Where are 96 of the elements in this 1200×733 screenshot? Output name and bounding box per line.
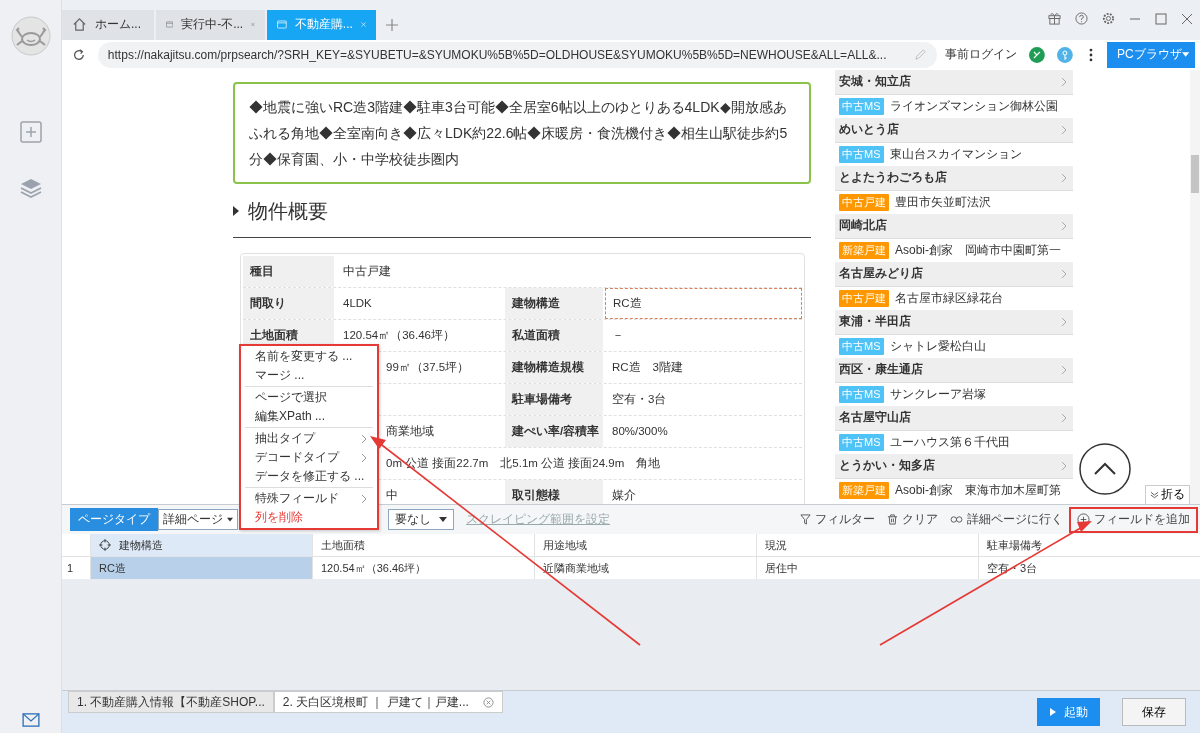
table-cell-text: 商業地域 [386, 423, 435, 439]
url-field[interactable]: https://nakajitsu.com/prpsearch/?SRH_KEY=&SYUBETU=&SYUMOKU%5B%5D=OLDHOUSE&SYUMOKU%5B%5D=NEWHOUSE&ALL=ALL&... [97, 41, 938, 68]
table-cell-text: RC造 3階建 [611, 359, 684, 375]
table-cell: 近隣商業地域 [534, 557, 756, 580]
menu-item[interactable]: マージ ... [241, 366, 377, 385]
label-cell: 建ぺい率/容積率 [505, 415, 603, 447]
page-type-label: ページタイプ [70, 508, 158, 532]
table-cell-text: 中 [386, 487, 399, 503]
table-cell: 居住中 [756, 557, 978, 580]
property-link[interactable]: 豊田市矢並町法沢 [895, 193, 991, 211]
url-text: https://nakajitsu.com/prpsearch/?SRH_KEY=&SYUBETU=&SYUMOKU%5B%5D=OLDHOUSE&SYUMOKU%5B%5D=NEWHOUSE&ALL=ALL&... [107, 47, 888, 62]
label-cell: 取引態様 [505, 479, 603, 505]
property-tag: 中古MS [839, 433, 884, 451]
column-header[interactable]: 現況 [756, 534, 978, 557]
section-heading: 物件概要 [248, 198, 328, 224]
column-header[interactable]: 土地面積 [312, 534, 534, 557]
property-tag: 中古MS [839, 385, 884, 403]
toolbar-button[interactable]: フィルター [794, 506, 881, 533]
label-cell: 私道面積 [505, 319, 603, 351]
toolbar-button[interactable]: 詳細ページに行く [944, 506, 1069, 533]
login-link[interactable]: 事前ログイン [945, 47, 1018, 63]
table-cell-text: 99㎡（37.5坪） [386, 359, 471, 375]
toolbar-button[interactable]: クリア [881, 506, 944, 533]
column-header[interactable]: 用途地域 [534, 534, 756, 557]
menu-item[interactable]: データを修正する ... [241, 467, 377, 486]
property-tag: 新築戸建 [839, 481, 889, 499]
shop-header[interactable]: 安城・知立店 [835, 69, 1073, 95]
shop-header[interactable]: とよたうわごろも店 [835, 165, 1073, 191]
browser-tab[interactable]: ホーム... [62, 9, 154, 40]
shop-header[interactable]: 岡崎北店 [835, 213, 1073, 239]
table-cell: 120.54㎡（36.46坪） [312, 557, 534, 580]
tab-label: 実行中-不... [181, 16, 244, 34]
table-cell: RC造 [605, 287, 802, 319]
menu-item[interactable]: 編集XPath ... [241, 407, 377, 426]
label-cell: 建物構造 [505, 287, 603, 319]
browser-tab[interactable]: 実行中-不... [156, 9, 265, 40]
intro-text: ◆地震に強いRC造3階建◆駐車3台可能◆全居室6帖以上のゆとりある4LDK◆開放感あふれる角地◆全室南向き◆広々LDK約22.6帖◆床暖房・食洗機付き◆相生山駅徒歩約5分◆保育園、小・中学校徒歩圏内 [249, 98, 788, 167]
task-tab[interactable]: 1. 不動産購入情報【不動産SHOP... [68, 691, 274, 714]
shop-name: 名古屋守山店 [839, 409, 911, 427]
label-cell: 種目 [243, 255, 334, 287]
shop-header[interactable]: 名古屋守山店 [835, 405, 1073, 431]
shop-name: 名古屋みどり店 [839, 265, 923, 283]
property-tag: 中古戸建 [839, 289, 889, 307]
shop-name: 東浦・半田店 [839, 313, 911, 331]
label-cell: 駐車場備考 [505, 383, 603, 415]
property-link[interactable]: Asobi-創家 東海市加木屋町第 [895, 481, 1061, 499]
table-cell-text: 80%/300% [611, 424, 669, 440]
shop-name: めいとう店 [839, 121, 899, 139]
page-type-select[interactable]: 詳細ページ [158, 509, 238, 531]
menu-item[interactable]: ページで選択 [241, 388, 377, 407]
property-link[interactable]: ユーハウス第６千代田 [889, 433, 1010, 451]
property-link[interactable]: シャトレ愛松白山 [889, 337, 986, 355]
save-button[interactable]: 保存 [1122, 698, 1186, 727]
column-header[interactable]: 駐車場備考 [978, 534, 1200, 557]
shop-name: 西区・康生通店 [839, 361, 923, 379]
property-tag: 中古MS [839, 337, 884, 355]
shop-name: 岡崎北店 [839, 217, 887, 235]
property-tag: 中古MS [839, 145, 884, 163]
shop-header[interactable]: 東浦・半田店 [835, 309, 1073, 335]
shop-header[interactable]: とうかい・知多店 [835, 453, 1073, 479]
shop-name: 安城・知立店 [839, 73, 911, 91]
property-link[interactable]: 東山台スカイマンション [889, 145, 1022, 163]
row-number: 1 [66, 561, 75, 577]
shop-header[interactable]: めいとう店 [835, 117, 1073, 143]
shop-name: とうかい・知多店 [839, 457, 935, 475]
menu-item[interactable]: デコードタイプ [241, 448, 377, 467]
table-cell-text: 空有・3台 [611, 391, 668, 407]
table-cell-text: 媒介 [611, 487, 637, 503]
menu-item[interactable]: 抽出タイプ [241, 429, 377, 448]
shop-header[interactable]: 名古屋みどり店 [835, 261, 1073, 287]
tab-label: ホーム... [95, 16, 142, 34]
toolbar-button[interactable]: フィールドを追加 [1069, 506, 1198, 533]
menu-item[interactable]: 列を削除 [241, 508, 377, 527]
table-cell: 空有・3台 [978, 557, 1200, 580]
table-cell: RC造 [90, 557, 312, 580]
option-select[interactable]: 要なし [388, 509, 454, 531]
property-tag: 中古戸建 [839, 193, 889, 211]
property-link[interactable]: Asobi-創家 岡崎市中園町第一 [895, 241, 1061, 259]
table-cell-text: 120.54㎡（36.46坪） [342, 327, 456, 343]
shop-header[interactable]: 西区・康生通店 [835, 357, 1073, 383]
label-cell: 間取り [243, 287, 334, 319]
menu-item[interactable]: 特殊フィールド [241, 489, 377, 508]
task-tab[interactable]: 2. 天白区境根町 ｜ 戸建て｜戸建... [273, 691, 503, 714]
property-link[interactable]: サンクレーア岩塚 [889, 385, 986, 403]
table-cell-text: － [611, 327, 625, 343]
collapse-button[interactable]: 折る [1145, 484, 1190, 505]
property-tag: 中古MS [839, 97, 884, 115]
column-header[interactable]: 建物構造 [90, 534, 312, 557]
tab-label: 不動産購... [294, 16, 353, 34]
table-cell-text: 4LDK [342, 296, 373, 312]
shop-name: とよたうわごろも店 [839, 169, 947, 187]
table-cell-text: 中古戸建 [342, 263, 392, 279]
property-link[interactable]: ライオンズマンション御林公園 [889, 97, 1058, 115]
property-tag: 新築戸建 [839, 241, 889, 259]
label-cell: 建物構造規模 [505, 351, 603, 383]
property-link[interactable]: 名古屋市緑区緑花台 [895, 289, 1003, 307]
